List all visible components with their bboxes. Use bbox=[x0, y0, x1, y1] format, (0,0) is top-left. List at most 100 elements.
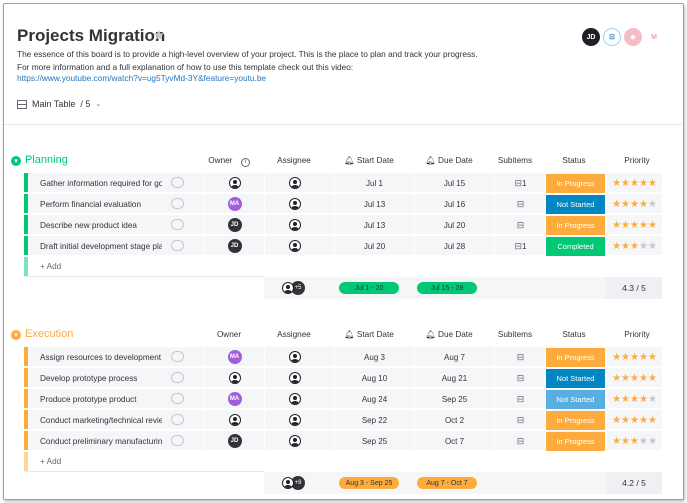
status-label[interactable]: In Progress bbox=[546, 431, 605, 451]
add-item-row[interactable]: + Add bbox=[24, 257, 264, 277]
assignee-icon[interactable] bbox=[288, 177, 301, 189]
owner-cell[interactable]: JD bbox=[204, 215, 264, 235]
item-name[interactable]: Develop prototype process bbox=[40, 374, 162, 383]
board-video-link[interactable]: https://www.youtube.com/watch?v=ug5TyvMd… bbox=[17, 73, 266, 83]
star-icon[interactable]: ★ bbox=[639, 394, 648, 405]
star-icon[interactable]: ★ bbox=[612, 436, 621, 447]
avatar[interactable]: MA bbox=[227, 350, 242, 364]
star-icon[interactable]: ★ bbox=[630, 436, 639, 447]
avatar-placeholder-icon[interactable] bbox=[228, 372, 241, 384]
status-label[interactable]: Not Started bbox=[546, 389, 605, 409]
column-due-date[interactable]: 🔔︎ Due Date bbox=[414, 156, 484, 166]
subitems-cell[interactable]: ⊟ bbox=[494, 215, 546, 235]
star-icon[interactable]: ★ bbox=[639, 415, 648, 426]
rating-stars[interactable]: ★★★★★ bbox=[612, 178, 657, 189]
assignee-icon[interactable] bbox=[288, 198, 301, 210]
priority-cell[interactable]: ★★★★★ bbox=[606, 368, 662, 388]
group-collapse-icon[interactable]: ▾ bbox=[11, 330, 21, 340]
priority-cell[interactable]: ★★★★★ bbox=[606, 173, 662, 193]
item-name[interactable]: Produce prototype product bbox=[40, 395, 162, 404]
due-date-cell[interactable]: Jul 16 bbox=[414, 194, 494, 214]
avatar[interactable]: MA bbox=[227, 392, 242, 406]
star-icon[interactable]: ★ bbox=[621, 394, 630, 405]
star-icon[interactable]: ★ bbox=[639, 436, 648, 447]
column-owner[interactable]: Owner i bbox=[204, 156, 254, 167]
star-icon[interactable]: ★ bbox=[648, 241, 657, 252]
mail-icon[interactable]: M bbox=[645, 28, 663, 46]
start-date-cell[interactable]: Aug 24 bbox=[334, 389, 414, 409]
star-icon[interactable]: ★ bbox=[630, 373, 639, 384]
status-cell[interactable]: Completed bbox=[545, 236, 605, 256]
assignee-cell[interactable] bbox=[264, 215, 324, 235]
star-icon[interactable]: ★ bbox=[648, 436, 657, 447]
due-date-cell[interactable]: Jul 28 bbox=[414, 236, 494, 256]
star-icon[interactable]: ★ bbox=[621, 352, 630, 363]
chat-bubble-icon[interactable] bbox=[171, 372, 184, 383]
subitems-cell[interactable]: ⊟ bbox=[494, 194, 546, 214]
assignee-icon[interactable] bbox=[288, 372, 301, 384]
assignee-cell[interactable] bbox=[264, 431, 324, 451]
add-item-button[interactable]: + Add bbox=[40, 262, 61, 271]
owner-cell[interactable]: MA bbox=[204, 194, 264, 214]
start-date-cell[interactable]: Sep 25 bbox=[334, 431, 414, 451]
assignee-cell[interactable] bbox=[264, 347, 324, 367]
chat-bubble-icon[interactable] bbox=[171, 414, 184, 425]
column-priority[interactable]: Priority bbox=[607, 330, 667, 339]
subitems-cell[interactable]: ⊟ 1 bbox=[494, 173, 546, 193]
subitems-cell[interactable]: ⊟ bbox=[494, 431, 546, 451]
star-icon[interactable]: ★ bbox=[639, 220, 648, 231]
assignee-icon[interactable] bbox=[288, 351, 301, 363]
assignee-icon[interactable] bbox=[288, 219, 301, 231]
item-name[interactable]: Assign resources to development sta... bbox=[40, 353, 162, 362]
priority-cell[interactable]: ★★★★★ bbox=[606, 431, 662, 451]
status-cell[interactable]: In Progress bbox=[545, 215, 605, 235]
due-date-cell[interactable]: Jul 15 bbox=[414, 173, 494, 193]
due-date-cell[interactable]: Oct 2 bbox=[414, 410, 494, 430]
assignee-cell[interactable] bbox=[264, 368, 324, 388]
chat-bubble-icon[interactable] bbox=[171, 219, 184, 230]
star-icon[interactable]: ★ bbox=[612, 199, 621, 210]
due-date-cell[interactable]: Oct 7 bbox=[414, 431, 494, 451]
star-icon[interactable]: ★ bbox=[612, 352, 621, 363]
table-row[interactable]: Draft initial development stage plan JD Ju… bbox=[24, 236, 662, 256]
star-icon[interactable]: ★ bbox=[648, 373, 657, 384]
star-icon[interactable]: ★ bbox=[630, 241, 639, 252]
priority-cell[interactable]: ★★★★★ bbox=[606, 215, 662, 235]
status-label[interactable]: In Progress bbox=[546, 347, 605, 367]
avatar[interactable]: MA bbox=[227, 197, 242, 211]
add-item-button[interactable]: + Add bbox=[40, 457, 61, 466]
group-collapse-icon[interactable]: ▾ bbox=[11, 156, 21, 166]
star-icon[interactable]: ★ bbox=[630, 352, 639, 363]
star-icon[interactable]: ★ bbox=[639, 373, 648, 384]
table-row[interactable]: Assign resources to development sta... MA… bbox=[24, 347, 662, 367]
star-icon[interactable]: ★ bbox=[648, 415, 657, 426]
star-icon[interactable]: ★ bbox=[630, 199, 639, 210]
column-priority[interactable]: Priority bbox=[607, 156, 667, 165]
column-subitems[interactable]: Subitems bbox=[486, 330, 544, 339]
assignee-cell[interactable] bbox=[264, 194, 324, 214]
column-subitems[interactable]: Subitems bbox=[486, 156, 544, 165]
owner-cell[interactable] bbox=[204, 173, 264, 193]
apps-icon[interactable]: ◆ bbox=[624, 28, 642, 46]
star-icon[interactable]: ★ bbox=[621, 241, 630, 252]
rating-stars[interactable]: ★★★★★ bbox=[612, 352, 657, 363]
star-icon[interactable]: ★ bbox=[621, 415, 630, 426]
board-title[interactable]: Projects Migration bbox=[17, 26, 165, 46]
status-label[interactable]: Not Started bbox=[546, 368, 605, 388]
star-icon[interactable]: ★ bbox=[630, 220, 639, 231]
subitems-cell[interactable]: ⊟ bbox=[494, 347, 546, 367]
owner-cell[interactable] bbox=[204, 368, 264, 388]
due-date-cell[interactable]: Sep 25 bbox=[414, 389, 494, 409]
status-cell[interactable]: In Progress bbox=[545, 431, 605, 451]
owner-cell[interactable]: MA bbox=[204, 347, 264, 367]
table-row[interactable]: Describe new product idea JD Jul 13 Jul 20 ⊟… bbox=[24, 215, 662, 235]
chat-bubble-icon[interactable] bbox=[171, 351, 184, 362]
assignee-cell[interactable] bbox=[264, 410, 324, 430]
subitems-cell[interactable]: ⊟ bbox=[494, 368, 546, 388]
priority-cell[interactable]: ★★★★★ bbox=[606, 410, 662, 430]
column-assignee[interactable]: Assignee bbox=[264, 156, 324, 165]
rating-stars[interactable]: ★★★★★ bbox=[612, 199, 657, 210]
rating-stars[interactable]: ★★★★★ bbox=[612, 373, 657, 384]
priority-cell[interactable]: ★★★★★ bbox=[606, 236, 662, 256]
item-name[interactable]: Conduct preliminary manufacturing p... bbox=[40, 437, 162, 446]
